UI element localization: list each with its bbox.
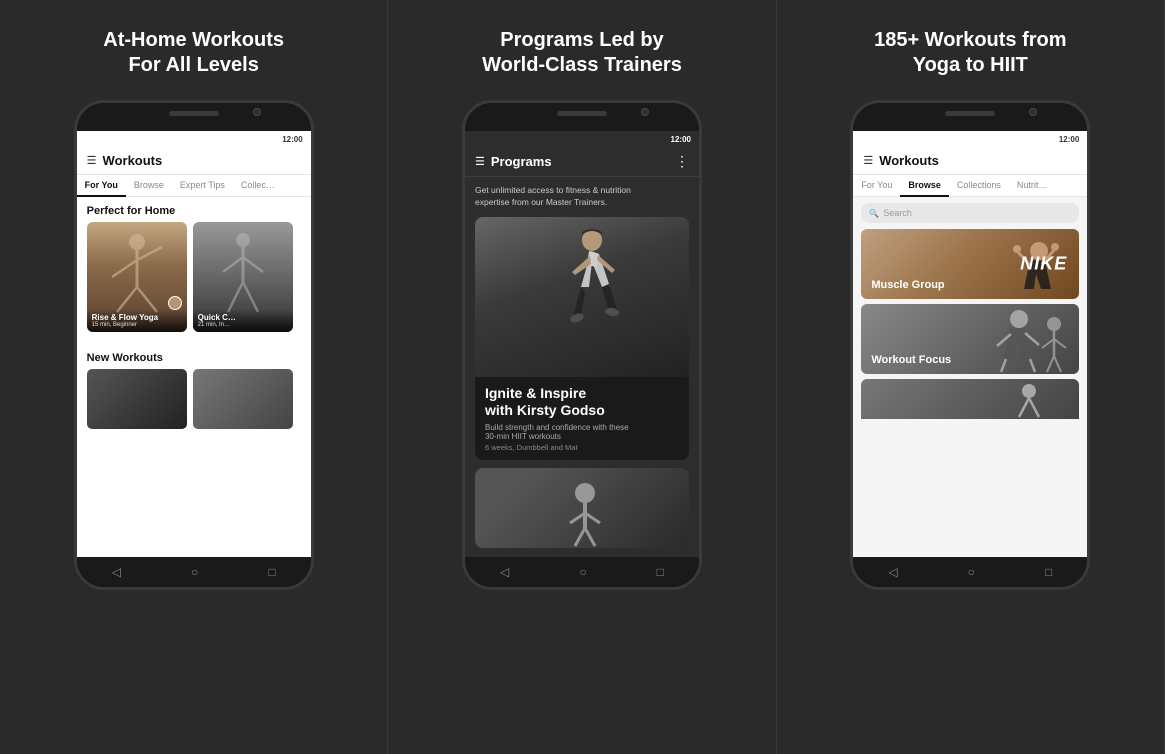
program-card-desc: Build strength and confidence with these…: [485, 423, 679, 441]
workout-card-yoga[interactable]: Rise & Flow Yoga 15 min, Beginner: [87, 222, 187, 332]
tab-expert-tips[interactable]: Expert Tips: [172, 175, 233, 196]
program-card-title: Ignite & Inspirewith Kirsty Godso: [485, 385, 679, 419]
second-program-card[interactable]: [475, 468, 689, 548]
tab-browse-3[interactable]: Browse: [900, 175, 949, 197]
app-header-2: ☰ Programs ⋮: [465, 147, 699, 177]
phone-2-bottom: ◁ ○ □: [465, 557, 699, 587]
program-card-image: [475, 217, 689, 377]
new-card-2[interactable]: [193, 369, 293, 429]
nav-recent-2[interactable]: □: [657, 565, 664, 579]
phone-1-speaker: [169, 111, 219, 116]
more-icon-2[interactable]: ⋮: [675, 153, 689, 170]
category-workout-focus[interactable]: Workout Focus: [861, 304, 1079, 374]
header-title-1: Workouts: [103, 153, 301, 168]
phone-3-bottom: ◁ ○ □: [853, 557, 1087, 587]
category-label-workout: Workout Focus: [871, 354, 951, 366]
status-time-1: 12:00: [282, 135, 302, 144]
tabs-3: For You Browse Collections Nutrit…: [853, 175, 1087, 197]
panel-2-title: Programs Led byWorld-Class Trainers: [482, 28, 682, 78]
category-3-partial[interactable]: [861, 379, 1079, 419]
browse-screen: 🔍 Search: [853, 197, 1087, 557]
phone-2-top: [465, 103, 699, 131]
tab-collections-3[interactable]: Collections: [949, 175, 1009, 196]
phone-1-screen: 12:00 ☰ Workouts For You Browse Expert T…: [77, 131, 311, 557]
card-1-overlay: Rise & Flow Yoga 15 min, Beginner: [87, 309, 187, 332]
header-title-2: Programs: [491, 154, 675, 169]
header-title-3: Workouts: [879, 153, 1077, 168]
phone-3-top: [853, 103, 1087, 131]
program-card-content: Ignite & Inspirewith Kirsty Godso Build …: [475, 377, 689, 461]
phone-1: 12:00 ☰ Workouts For You Browse Expert T…: [74, 100, 314, 590]
phone-2-speaker: [557, 111, 607, 116]
card-1-avatar: [168, 296, 182, 310]
panel-3: 185+ Workouts fromYoga to HIIT 12:00 ☰ W…: [777, 0, 1165, 754]
cards-row-1: Rise & Flow Yoga 15 min, Beginner: [77, 222, 311, 340]
phone-1-bottom: ◁ ○ □: [77, 557, 311, 587]
phone-3-speaker: [945, 111, 995, 116]
screen-1-content: Perfect for Home: [77, 197, 311, 557]
tab-nutrition-3[interactable]: Nutrit…: [1009, 175, 1056, 196]
nav-home-3[interactable]: ○: [968, 565, 975, 579]
workout-card-gym[interactable]: Quick C… 21 min, In…: [193, 222, 293, 332]
app-header-1: ☰ Workouts: [77, 147, 311, 175]
tab-for-you[interactable]: For You: [77, 175, 126, 197]
status-bar-2: 12:00: [465, 131, 699, 147]
menu-icon-3[interactable]: ☰: [863, 154, 873, 167]
panel-2: Programs Led byWorld-Class Trainers 12:0…: [388, 0, 776, 754]
tabs-1: For You Browse Expert Tips Collec…: [77, 175, 311, 197]
menu-icon-2[interactable]: ☰: [475, 155, 485, 168]
category-label-muscle: Muscle Group: [871, 279, 944, 291]
panel-1: At-Home WorkoutsFor All Levels 12:00 ☰ W…: [0, 0, 388, 754]
phone-2-camera: [641, 108, 649, 116]
card-1-title: Rise & Flow Yoga: [92, 313, 182, 322]
nav-back-3[interactable]: ◁: [888, 565, 897, 579]
phone-2-screen: 12:00 ☰ Programs ⋮ Get unlimited access …: [465, 131, 699, 557]
new-workouts-section: New Workouts: [77, 344, 311, 429]
search-bar-3[interactable]: 🔍 Search: [861, 203, 1079, 223]
menu-icon-1[interactable]: ☰: [87, 154, 97, 167]
card-2-overlay: Quick C… 21 min, In…: [193, 309, 293, 332]
category-muscle-group[interactable]: NIKE Muscle Group: [861, 229, 1079, 299]
phone-2: 12:00 ☰ Programs ⋮ Get unlimited access …: [462, 100, 702, 590]
new-card-1[interactable]: [87, 369, 187, 429]
panel-3-title: 185+ Workouts fromYoga to HIIT: [874, 28, 1066, 78]
phone-3: 12:00 ☰ Workouts For You Browse Collecti…: [850, 100, 1090, 590]
phone-3-screen: 12:00 ☰ Workouts For You Browse Collecti…: [853, 131, 1087, 557]
nav-back-1[interactable]: ◁: [112, 565, 121, 579]
program-featured-card[interactable]: Ignite & Inspirewith Kirsty Godso Build …: [475, 217, 689, 461]
status-time-3: 12:00: [1059, 135, 1079, 144]
search-icon-3: 🔍: [869, 209, 879, 218]
phone-1-top: [77, 103, 311, 131]
status-time-2: 12:00: [671, 135, 691, 144]
status-bar-1: 12:00: [77, 131, 311, 147]
nav-recent-3[interactable]: □: [1045, 565, 1052, 579]
card-2-title: Quick C…: [198, 313, 288, 322]
nav-back-2[interactable]: ◁: [500, 565, 509, 579]
search-placeholder: Search: [883, 208, 912, 218]
phone-3-camera: [1029, 108, 1037, 116]
athlete-image: [475, 217, 689, 377]
tab-collections-partial[interactable]: Collec…: [233, 175, 283, 196]
status-bar-3: 12:00: [853, 131, 1087, 147]
nav-home-1[interactable]: ○: [191, 565, 198, 579]
new-workouts-cards: [77, 369, 311, 429]
tab-browse[interactable]: Browse: [126, 175, 172, 196]
nav-home-2[interactable]: ○: [579, 565, 586, 579]
athlete-svg: [537, 222, 627, 372]
program-card-meta: 6 weeks, Dumbbell and Mat: [485, 443, 679, 452]
phone-1-camera: [253, 108, 261, 116]
section-perfect-home: Perfect for Home: [77, 197, 311, 222]
panel-1-title: At-Home WorkoutsFor All Levels: [103, 28, 284, 78]
programs-screen: ☰ Programs ⋮ Get unlimited access to fit…: [465, 147, 699, 557]
card-1-sub: 15 min, Beginner: [92, 322, 182, 328]
app-header-3: ☰ Workouts: [853, 147, 1087, 175]
tab-for-you-3[interactable]: For You: [853, 175, 900, 196]
card-2-sub: 21 min, In…: [198, 322, 288, 328]
section-new-workouts: New Workouts: [77, 344, 311, 369]
programs-intro: Get unlimited access to fitness & nutrit…: [465, 177, 699, 217]
nav-recent-1[interactable]: □: [268, 565, 275, 579]
